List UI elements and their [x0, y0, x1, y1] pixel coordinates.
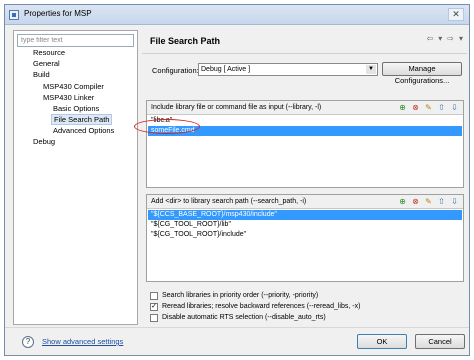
list-item-selected[interactable]: "${CCS_BASE_ROOT}/msp430/include"	[148, 210, 462, 220]
priority-label: Search libraries in priority order (--pr…	[162, 292, 319, 299]
tree-item-msp430-linker[interactable]: MSP430 Linker	[43, 93, 94, 102]
reread-checkbox[interactable]: ✓	[150, 303, 158, 311]
move-down-icon[interactable]: ⇩	[449, 102, 460, 113]
help-icon[interactable]: ?	[22, 336, 34, 348]
include-library-header: Include library file or command file as …	[147, 101, 463, 115]
configuration-label: Configuration:	[152, 66, 199, 75]
tree-item-basic-options[interactable]: Basic Options	[53, 104, 99, 113]
move-up-icon[interactable]: ⇧	[436, 196, 447, 207]
tree-item-file-search-path[interactable]: File Search Path	[51, 114, 113, 125]
include-library-title: Include library file or command file as …	[151, 104, 322, 111]
delete-icon[interactable]: ⊗	[410, 196, 421, 207]
disable-rts-checkbox[interactable]	[150, 314, 158, 322]
option-disable-auto-rts[interactable]: Disable automatic RTS selection (--disab…	[150, 313, 326, 323]
dialog-footer: ? Show advanced settings OK Cancel	[5, 327, 469, 357]
disable-rts-label: Disable automatic RTS selection (--disab…	[162, 314, 326, 321]
option-reread-libraries[interactable]: ✓ Reread libraries; resolve backward refe…	[150, 302, 360, 312]
window-title: Properties for MSP	[24, 9, 92, 18]
list-item[interactable]: "${CG_TOOL_ROOT}/lib"	[148, 220, 462, 230]
configuration-select[interactable]: Debug [ Active ] ▼	[198, 63, 378, 76]
properties-dialog: Properties for MSP ✕ Resource General Bu…	[4, 4, 470, 356]
filter-input[interactable]	[17, 34, 134, 47]
page-title: File Search Path	[150, 36, 221, 46]
tree-item-debug[interactable]: Debug	[33, 137, 55, 146]
tree-item-msp430-compiler[interactable]: MSP430 Compiler	[43, 82, 104, 91]
close-icon[interactable]: ✕	[448, 8, 464, 21]
library-search-path-header: Add <dir> to library search path (--sear…	[147, 195, 463, 209]
option-priority-order[interactable]: Search libraries in priority order (--pr…	[150, 291, 318, 301]
page-navigation: ⇦ ▾ ⇨ ▾	[422, 34, 463, 43]
move-down-icon[interactable]: ⇩	[449, 196, 460, 207]
cancel-button[interactable]: Cancel	[415, 334, 465, 349]
add-icon[interactable]: ⊕	[397, 102, 408, 113]
chevron-down-icon[interactable]: ▾	[438, 34, 442, 43]
library-search-path-toolbar: ⊕ ⊗ ✎ ⇧ ⇩	[397, 196, 460, 207]
configuration-value: Debug [ Active ]	[201, 66, 251, 73]
annotation-ellipse	[134, 119, 200, 134]
ok-button[interactable]: OK	[357, 334, 407, 349]
back-arrow-icon[interactable]: ⇦	[427, 34, 434, 43]
reread-label: Reread libraries; resolve backward refer…	[162, 303, 361, 310]
manage-configurations-button[interactable]: Manage Configurations...	[382, 62, 462, 85]
priority-checkbox[interactable]	[150, 292, 158, 300]
add-icon[interactable]: ⊕	[397, 196, 408, 207]
move-up-icon[interactable]: ⇧	[436, 102, 447, 113]
include-library-toolbar: ⊕ ⊗ ✎ ⇧ ⇩	[397, 102, 460, 113]
include-library-panel: Include library file or command file as …	[146, 100, 464, 188]
header-divider	[142, 53, 467, 54]
tree-item-build[interactable]: Build	[33, 70, 50, 79]
properties-icon	[9, 10, 19, 20]
dropdown-arrow-icon: ▼	[366, 65, 376, 74]
edit-icon[interactable]: ✎	[423, 102, 434, 113]
navigation-pane: Resource General Build MSP430 Compiler M…	[13, 30, 138, 325]
forward-arrow-icon[interactable]: ⇨	[447, 34, 454, 43]
tree-item-resource[interactable]: Resource	[33, 48, 65, 57]
edit-icon[interactable]: ✎	[423, 196, 434, 207]
delete-icon[interactable]: ⊗	[410, 102, 421, 113]
chevron-down-icon[interactable]: ▾	[459, 34, 463, 43]
tree-item-advanced-options[interactable]: Advanced Options	[53, 126, 114, 135]
list-item[interactable]: "${CG_TOOL_ROOT}/include"	[148, 230, 462, 240]
title-bar: Properties for MSP ✕	[5, 5, 469, 25]
library-search-path-panel: Add <dir> to library search path (--sear…	[146, 194, 464, 282]
library-search-path-title: Add <dir> to library search path (--sear…	[151, 198, 307, 205]
tree-item-general[interactable]: General	[33, 59, 60, 68]
settings-pane: File Search Path ⇦ ▾ ⇨ ▾ Configuration: Deb…	[142, 30, 467, 325]
show-advanced-settings-link[interactable]: Show advanced settings	[42, 337, 123, 346]
